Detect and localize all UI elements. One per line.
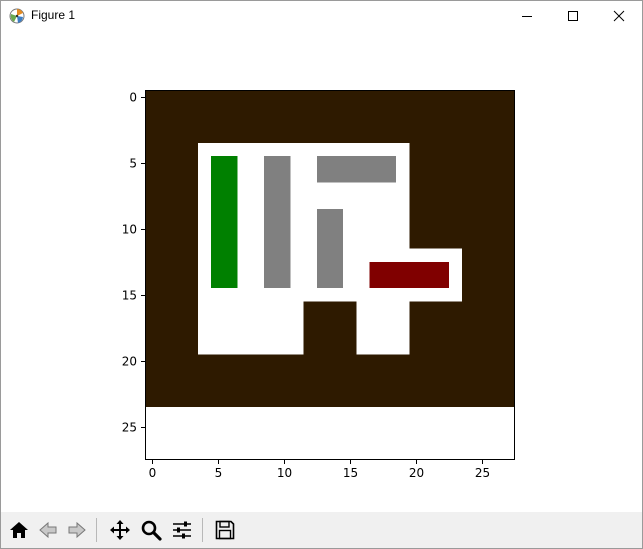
heatmap-region-gray-vertical-1 bbox=[263, 156, 291, 289]
maximize-icon bbox=[568, 11, 578, 21]
x-tick-label: 15 bbox=[343, 466, 358, 480]
y-tick-label: 0 bbox=[129, 91, 137, 105]
close-icon bbox=[613, 10, 625, 22]
heatmap-region-green-bar bbox=[211, 156, 238, 289]
heatmap-region-gray-vertical-2 bbox=[316, 208, 344, 289]
close-button[interactable] bbox=[596, 1, 642, 31]
heatmap-region-red-bar bbox=[369, 261, 449, 289]
x-tick-label: 20 bbox=[409, 466, 424, 480]
zoom-magnifier-icon bbox=[141, 520, 162, 541]
heatmap-region-gray-horizontal bbox=[316, 156, 397, 183]
window-title: Figure 1 bbox=[31, 8, 76, 22]
forward-arrow-icon bbox=[68, 521, 86, 539]
back-button[interactable] bbox=[34, 516, 61, 544]
pan-move-icon bbox=[109, 520, 130, 540]
title-bar[interactable]: Figure 1 bbox=[1, 1, 642, 31]
back-arrow-icon bbox=[38, 521, 56, 539]
matplotlib-icon bbox=[9, 8, 25, 24]
x-tick-label: 0 bbox=[149, 466, 157, 480]
home-icon bbox=[9, 522, 28, 538]
figure-canvas[interactable]: 0 5 10 15 20 25 0 5 10 15 20 25 bbox=[1, 31, 642, 511]
x-tick-label: 25 bbox=[475, 466, 490, 480]
heatmap-region-room-left-lower bbox=[197, 301, 304, 355]
forward-button[interactable] bbox=[63, 516, 90, 544]
navigation-toolbar bbox=[1, 512, 642, 548]
toolbar-separator bbox=[202, 518, 203, 542]
heatmap-region-room-center-lower bbox=[356, 301, 410, 355]
minimize-button[interactable] bbox=[504, 1, 550, 31]
home-button[interactable] bbox=[5, 516, 32, 544]
y-tick-label: 20 bbox=[122, 355, 137, 369]
configure-subplots-icon bbox=[172, 521, 191, 539]
minimize-icon bbox=[522, 16, 532, 17]
save-button[interactable] bbox=[211, 516, 238, 544]
y-tick-label: 25 bbox=[122, 421, 137, 435]
toolbar-separator bbox=[96, 518, 97, 542]
x-tick-label: 10 bbox=[277, 466, 292, 480]
maximize-button[interactable] bbox=[550, 1, 596, 31]
x-tick-label: 5 bbox=[215, 466, 223, 480]
heatmap-region-lower-band bbox=[145, 407, 515, 460]
figure-window: Figure 1 0 5 10 15 20 25 0 5 10 15 20 25 bbox=[0, 0, 643, 549]
zoom-button[interactable] bbox=[137, 516, 164, 544]
pan-button[interactable] bbox=[106, 516, 133, 544]
y-tick-label: 5 bbox=[129, 157, 137, 171]
y-tick-label: 10 bbox=[122, 223, 137, 237]
configure-subplots-button[interactable] bbox=[168, 516, 195, 544]
save-disk-icon bbox=[215, 520, 234, 540]
y-tick-label: 15 bbox=[122, 289, 137, 303]
